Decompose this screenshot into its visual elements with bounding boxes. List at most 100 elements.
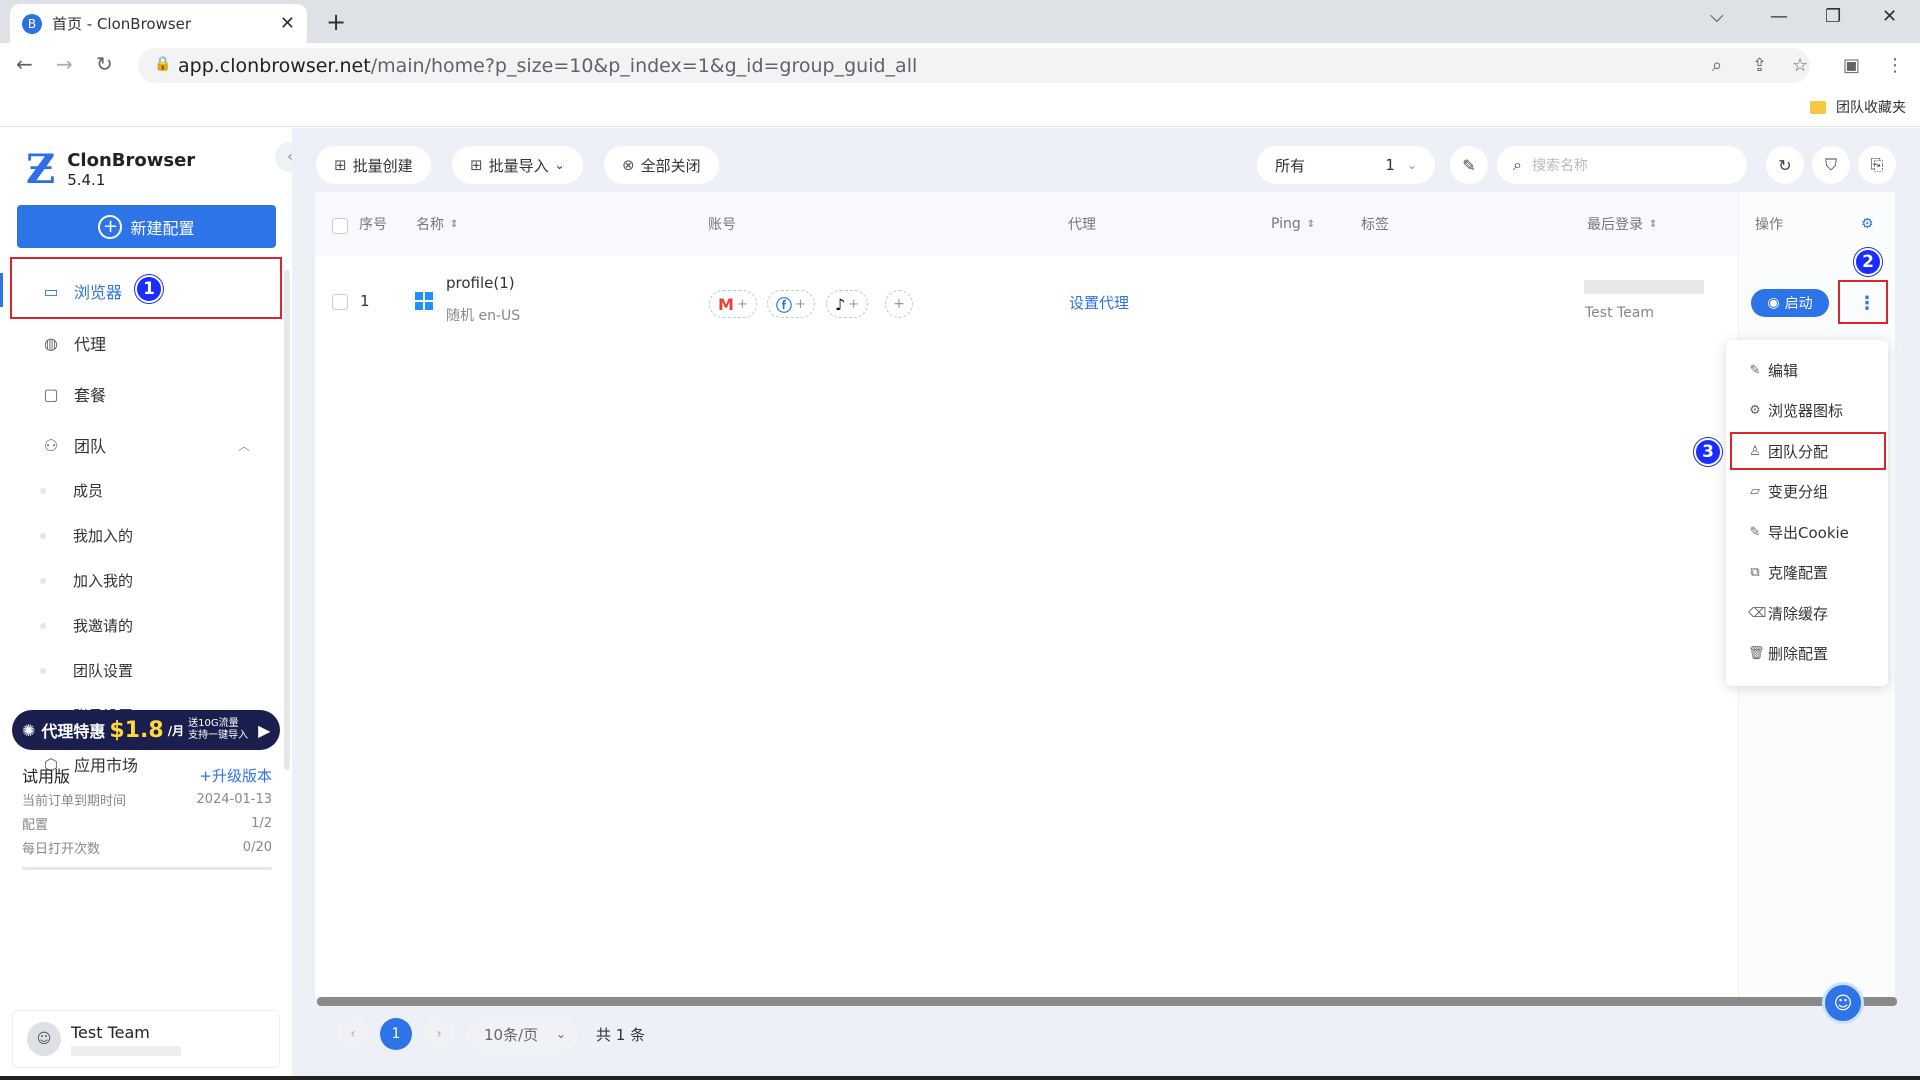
sort-icon: ⇕: [1306, 218, 1316, 230]
folder-icon: [1810, 100, 1826, 114]
last-login-user: Test Team: [1585, 305, 1655, 321]
forward-icon[interactable]: →: [56, 52, 73, 76]
row-checkbox[interactable]: [332, 294, 348, 310]
config-value: 1/2: [251, 815, 272, 831]
gmail-account-chip[interactable]: M +: [709, 290, 757, 318]
next-page-icon[interactable]: ›: [423, 1018, 455, 1050]
import-icon: ⊞: [470, 156, 483, 174]
url-host: app.clonbrowser.net: [178, 54, 371, 77]
horizontal-scrollbar[interactable]: [317, 997, 1897, 1006]
restore-icon[interactable]: ❐: [1825, 6, 1841, 27]
last-login-time-redacted: [1584, 280, 1704, 294]
support-chat-icon[interactable]: ☺: [1822, 982, 1864, 1024]
sidebar-item-label: 团队: [74, 437, 107, 456]
bookmarks-bar: 团队收藏夹: [0, 87, 1920, 127]
trash-icon: 🗑: [1748, 646, 1765, 661]
sub-dot: [40, 533, 46, 539]
group-select[interactable]: 所有 1 ⌄: [1257, 146, 1435, 184]
tab-search-chevron-icon[interactable]: ⌵: [1710, 6, 1724, 27]
reload-icon[interactable]: ↻: [96, 52, 113, 76]
refresh-icon[interactable]: ↻: [1766, 146, 1804, 184]
header-ops: 操作: [1755, 217, 1783, 233]
promo-price: $1.8: [109, 717, 164, 743]
start-button[interactable]: ◉ 启动: [1751, 289, 1829, 317]
add-account-icon[interactable]: +: [885, 290, 913, 318]
browser-tab-bar: B 首页 - ClonBrowser ✕ + ⌵ — ❐ ✕: [0, 0, 1920, 43]
edit-icon[interactable]: ✎: [1450, 146, 1488, 184]
share-icon[interactable]: ⇪: [1752, 55, 1767, 76]
menu-item-clone-config[interactable]: ⧉ 克隆配置: [1748, 562, 1828, 583]
batch-create-button[interactable]: ⊞ 批量创建: [316, 146, 431, 184]
sidebar-sub-team-settings[interactable]: 团队设置: [73, 660, 133, 681]
facebook-account-chip[interactable]: ⓕ +: [767, 290, 815, 318]
prev-page-icon[interactable]: ‹: [337, 1018, 369, 1050]
sub-dot: [40, 668, 46, 674]
tiktok-account-chip[interactable]: ♪ +: [826, 290, 869, 318]
search-icon: ⌕: [1513, 155, 1522, 174]
menu-item-label: 克隆配置: [1768, 564, 1829, 582]
back-icon[interactable]: ←: [16, 52, 33, 76]
total-count: 共 1 条: [596, 1026, 646, 1044]
menu-item-label: 浏览器图标: [1768, 402, 1844, 420]
sidebar-sub-members[interactable]: 成员: [73, 480, 103, 501]
sidebar-item-team[interactable]: ⚇ 团队 ︿: [40, 433, 250, 457]
menu-item-clear-cache[interactable]: ⌫ 清除缓存: [1748, 603, 1828, 624]
clipboard-icon[interactable]: ⎘: [1858, 146, 1896, 184]
url-field[interactable]: 🔒 app.clonbrowser.net/main/home?p_size=1…: [138, 48, 1810, 83]
filter-icon[interactable]: ⛉: [1812, 146, 1850, 184]
header-ping[interactable]: Ping ⇕: [1271, 192, 1315, 256]
new-config-button[interactable]: + 新建配置: [17, 205, 276, 248]
batch-import-button[interactable]: ⊞ 批量导入 ⌄: [452, 146, 583, 184]
sidebar-sub-invited[interactable]: 我邀请的: [73, 615, 133, 636]
clonbrowser-logo-icon: Ƶ: [26, 146, 56, 193]
menu-item-delete-config[interactable]: 🗑 删除配置: [1748, 643, 1828, 664]
select-all-checkbox[interactable]: [332, 218, 348, 234]
search-input[interactable]: ⌕ 搜索名称: [1497, 146, 1747, 184]
close-all-button[interactable]: ⊗ 全部关闭: [604, 146, 719, 184]
tab-close-icon[interactable]: ✕: [280, 13, 295, 34]
browser-tab[interactable]: B 首页 - ClonBrowser ✕: [10, 4, 307, 43]
user-name: Test Team: [71, 1022, 150, 1042]
header-last-login[interactable]: 最后登录 ⇕: [1587, 192, 1657, 256]
bookmark-folder[interactable]: 团队收藏夹: [1810, 97, 1906, 117]
menu-item-edit[interactable]: ✎ 编辑: [1748, 360, 1798, 381]
sidebar-sub-joined[interactable]: 我加入的: [73, 525, 133, 546]
lock-icon: 🔒: [154, 56, 172, 72]
header-name-label: 名称: [416, 217, 444, 233]
menu-item-change-group[interactable]: ▱ 变更分组: [1748, 481, 1828, 502]
promo-logo-icon: ✺: [22, 720, 36, 740]
page-size-select[interactable]: 10条/页 ⌄: [466, 1018, 578, 1050]
upgrade-link[interactable]: +升级版本: [199, 765, 272, 786]
browser-menu-icon[interactable]: ⋮: [1886, 55, 1904, 76]
zoom-icon[interactable]: ⌕: [1712, 55, 1722, 76]
minimize-icon[interactable]: —: [1770, 6, 1788, 27]
window-bottom-edge: [0, 1076, 1920, 1080]
actions-dropdown: ✎ 编辑 ⚙ 浏览器图标 ♙ 团队分配 ▱ 变更分组 ✎ 导出Cookie ⧉ 克隆配置 ⌫…: [1726, 340, 1888, 686]
sidebar-sub-join-me[interactable]: 加入我的: [73, 570, 133, 591]
highlight-box-team-assign: [1730, 432, 1886, 470]
sidebar-scrollbar[interactable]: [284, 270, 290, 770]
team-icon: ⚇: [43, 435, 59, 455]
close-window-icon[interactable]: ✕: [1882, 6, 1897, 27]
add-icon: +: [736, 296, 748, 312]
menu-item-browser-icon[interactable]: ⚙ 浏览器图标: [1748, 400, 1843, 421]
column-settings-icon[interactable]: ⚙: [1861, 192, 1874, 256]
new-tab-icon[interactable]: +: [326, 8, 346, 36]
settings-icon: ⚙: [1749, 403, 1761, 418]
menu-item-export-cookie[interactable]: ✎ 导出Cookie: [1748, 522, 1849, 543]
main-area: ⊞ 批量创建 ⊞ 批量导入 ⌄ ⊗ 全部关闭 所有 1 ⌄ ✎ ⌕ 搜索名称 ↻…: [292, 128, 1920, 1080]
sidebar-item-label: 代理: [74, 335, 107, 354]
profile-name[interactable]: profile(1): [446, 274, 515, 292]
page-1-button[interactable]: 1: [380, 1018, 412, 1050]
url-path: /main/home?p_size=10&p_index=1&g_id=grou…: [370, 54, 918, 77]
menu-item-label: 删除配置: [1768, 645, 1829, 663]
side-panel-icon[interactable]: ▣: [1843, 55, 1860, 76]
header-name[interactable]: 名称 ⇕: [416, 192, 458, 256]
sort-icon: ⇕: [1649, 218, 1658, 230]
bookmark-star-icon[interactable]: ☆: [1792, 55, 1808, 76]
set-proxy-link[interactable]: 设置代理: [1069, 292, 1129, 313]
sidebar-item-plan[interactable]: ▢ 套餐: [40, 382, 106, 406]
sidebar-item-proxy[interactable]: ◍ 代理: [40, 331, 106, 355]
user-card[interactable]: ☺ Test Team: [12, 1010, 280, 1068]
proxy-promo-banner[interactable]: ✺ 代理特惠 $1.8 /月 送10G流量 支持一键导入 ▶: [12, 710, 280, 750]
